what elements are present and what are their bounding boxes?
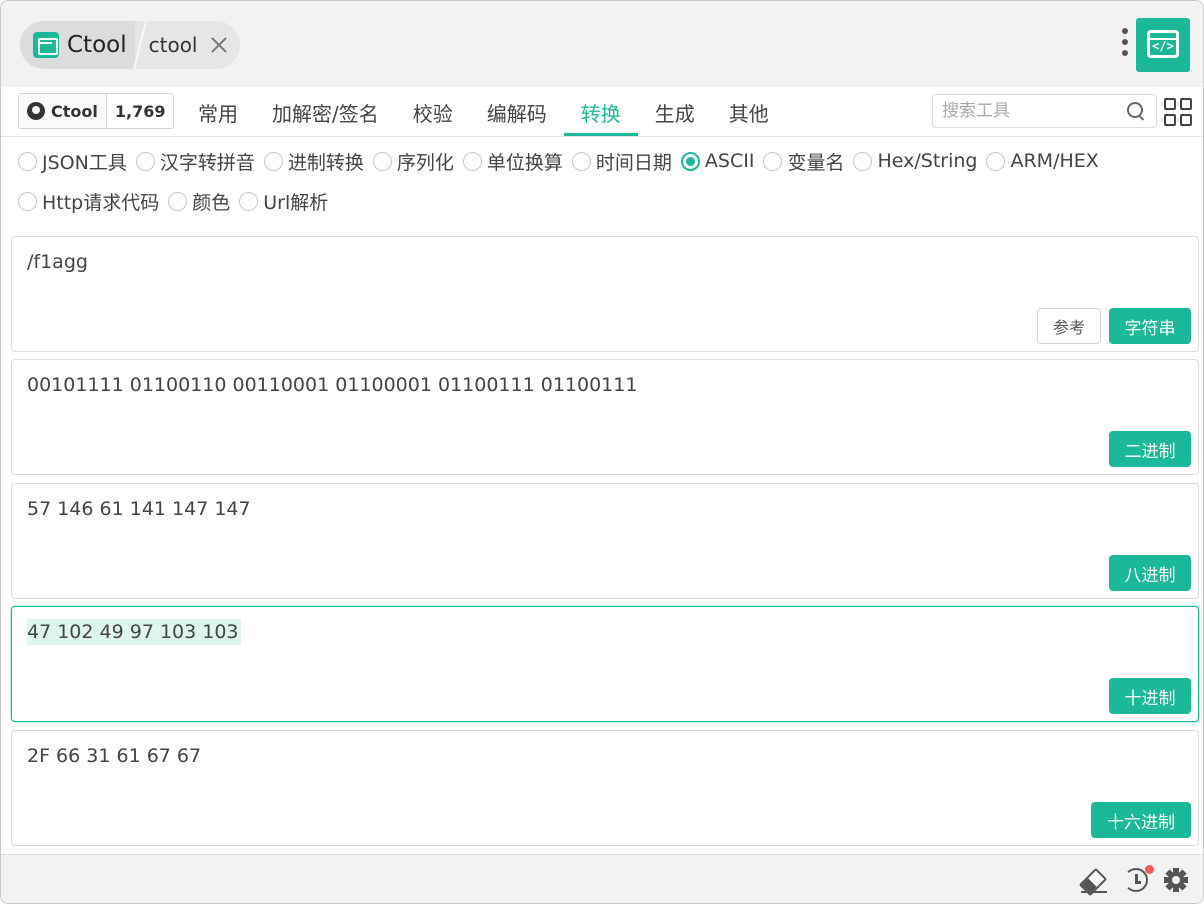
ctool-logo-icon: [33, 32, 59, 58]
github-star-count: 1,769: [114, 101, 166, 121]
current-tool-name: ctool: [148, 33, 198, 57]
feature-radio-4[interactable]: 单位换算: [462, 147, 563, 175]
radio-dot[interactable]: [239, 191, 259, 211]
radio-dot[interactable]: [763, 151, 783, 171]
radio-dot[interactable]: [263, 151, 283, 171]
breadcrumb-current-tool[interactable]: ctool: [134, 21, 240, 69]
feature-radio-8[interactable]: Hex/String: [853, 147, 977, 175]
string-panel[interactable]: /f1agg 参考 字符串: [11, 236, 1199, 352]
hex-panel[interactable]: 2F 66 31 61 67 67 十六进制: [11, 730, 1199, 846]
tab-6[interactable]: 其他: [712, 87, 786, 137]
binary-value[interactable]: 00101111 01100110 00110001 01100001 0110…: [27, 372, 637, 398]
app-window: Ctool ctool </> Ctool 1,769 常用 加解密/签名 校验 编解…: [0, 0, 1204, 904]
category-tabs: 常用 加解密/签名 校验 编解码 转换 生成 其他: [181, 87, 786, 137]
footer-toolbar: [1, 854, 1203, 903]
radio-dot[interactable]: [462, 151, 482, 171]
octal-panel[interactable]: 57 146 61 141 147 147 八进制: [11, 483, 1199, 599]
search-icon[interactable]: [1127, 102, 1145, 120]
radio-label: 单位换算: [486, 151, 563, 174]
hex-type-button[interactable]: 十六进制: [1091, 802, 1191, 838]
radio-label: 颜色: [192, 191, 231, 214]
github-label: Ctool: [51, 101, 98, 121]
radio-dot[interactable]: [680, 151, 700, 171]
radio-dot[interactable]: [135, 151, 155, 171]
feature-radio-7[interactable]: 变量名: [763, 147, 844, 175]
octal-type-button[interactable]: 八进制: [1109, 555, 1191, 591]
feature-radio-3[interactable]: 序列化: [372, 147, 454, 175]
feature-radio-12[interactable]: Url解析: [239, 187, 328, 215]
feature-radio-9[interactable]: ARM/HEX: [986, 147, 1099, 175]
radio-label: Http请求代码: [42, 191, 160, 214]
history-notification-dot: [1145, 865, 1154, 874]
string-value[interactable]: /f1agg: [27, 249, 88, 275]
tab-5[interactable]: 生成: [638, 87, 712, 137]
string-type-button[interactable]: 字符串: [1109, 308, 1191, 344]
radio-label: 进制转换: [287, 151, 364, 174]
feature-radio-5[interactable]: 时间日期: [571, 147, 672, 175]
title-bar: Ctool ctool </>: [1, 1, 1203, 87]
tab-0[interactable]: 常用: [181, 87, 255, 137]
decimal-panel[interactable]: 47 102 49 97 103 103 十进制: [11, 606, 1199, 722]
more-vert-icon[interactable]: [1119, 28, 1131, 62]
category-nav: Ctool 1,769 常用 加解密/签名 校验 编解码 转换 生成 其他: [1, 87, 1203, 137]
code-window-icon[interactable]: </>: [1136, 18, 1190, 72]
radio-dot[interactable]: [18, 191, 37, 211]
feature-radio-6[interactable]: ASCII: [680, 147, 755, 175]
radio-label: Hex/String: [877, 150, 978, 172]
decimal-type-button[interactable]: 十进制: [1109, 678, 1191, 714]
radio-label: JSON工具: [42, 151, 127, 174]
history-icon[interactable]: [1121, 865, 1154, 895]
tab-2[interactable]: 校验: [396, 87, 470, 137]
radio-label: 时间日期: [595, 151, 672, 174]
eraser-icon[interactable]: [1079, 867, 1109, 893]
radio-label: 变量名: [787, 151, 845, 174]
breadcrumb: Ctool ctool: [20, 21, 240, 69]
octal-value[interactable]: 57 146 61 141 147 147: [27, 496, 251, 522]
radio-dot[interactable]: [986, 151, 1006, 171]
tab-3[interactable]: 编解码: [470, 87, 564, 137]
app-name: Ctool: [67, 32, 127, 58]
feature-radio-0[interactable]: JSON工具: [18, 147, 127, 175]
tab-4[interactable]: 转换: [563, 87, 638, 137]
close-icon[interactable]: [210, 36, 228, 54]
radio-dot[interactable]: [853, 151, 873, 171]
tab-1[interactable]: 加解密/签名: [255, 87, 396, 137]
gear-icon[interactable]: [1159, 863, 1193, 897]
feature-radio-2[interactable]: 进制转换: [263, 147, 364, 175]
radio-dot[interactable]: [571, 151, 591, 171]
radio-label: ASCII: [704, 150, 755, 172]
search-box: [932, 94, 1157, 128]
binary-panel[interactable]: 00101111 01100110 00110001 01100001 0110…: [11, 359, 1199, 475]
radio-dot[interactable]: [18, 151, 37, 171]
feature-radio-11[interactable]: 颜色: [168, 187, 230, 215]
reference-button[interactable]: 参考: [1037, 308, 1101, 344]
feature-radio-10[interactable]: Http请求代码: [18, 187, 159, 215]
grid-icon[interactable]: [1164, 98, 1192, 126]
decimal-value[interactable]: 47 102 49 97 103 103: [27, 619, 241, 645]
feature-radio-group: JSON工具 汉字转拼音 进制转换 序列化 单位换算 时间日期 ASCII 变量名 Hex/St…: [18, 147, 1198, 215]
radio-label: 汉字转拼音: [159, 151, 255, 174]
feature-radio-1[interactable]: 汉字转拼音: [135, 147, 255, 175]
breadcrumb-home[interactable]: Ctool: [20, 21, 141, 69]
radio-dot[interactable]: [168, 191, 188, 211]
radio-label: ARM/HEX: [1010, 150, 1099, 172]
github-star-badge[interactable]: Ctool 1,769: [18, 93, 175, 129]
binary-type-button[interactable]: 二进制: [1109, 431, 1191, 467]
search-input[interactable]: [942, 95, 1122, 127]
radio-label: 序列化: [396, 151, 454, 174]
github-icon: [27, 102, 45, 120]
radio-label: Url解析: [263, 191, 329, 214]
hex-value[interactable]: 2F 66 31 61 67 67: [27, 743, 201, 769]
radio-dot[interactable]: [372, 151, 392, 171]
